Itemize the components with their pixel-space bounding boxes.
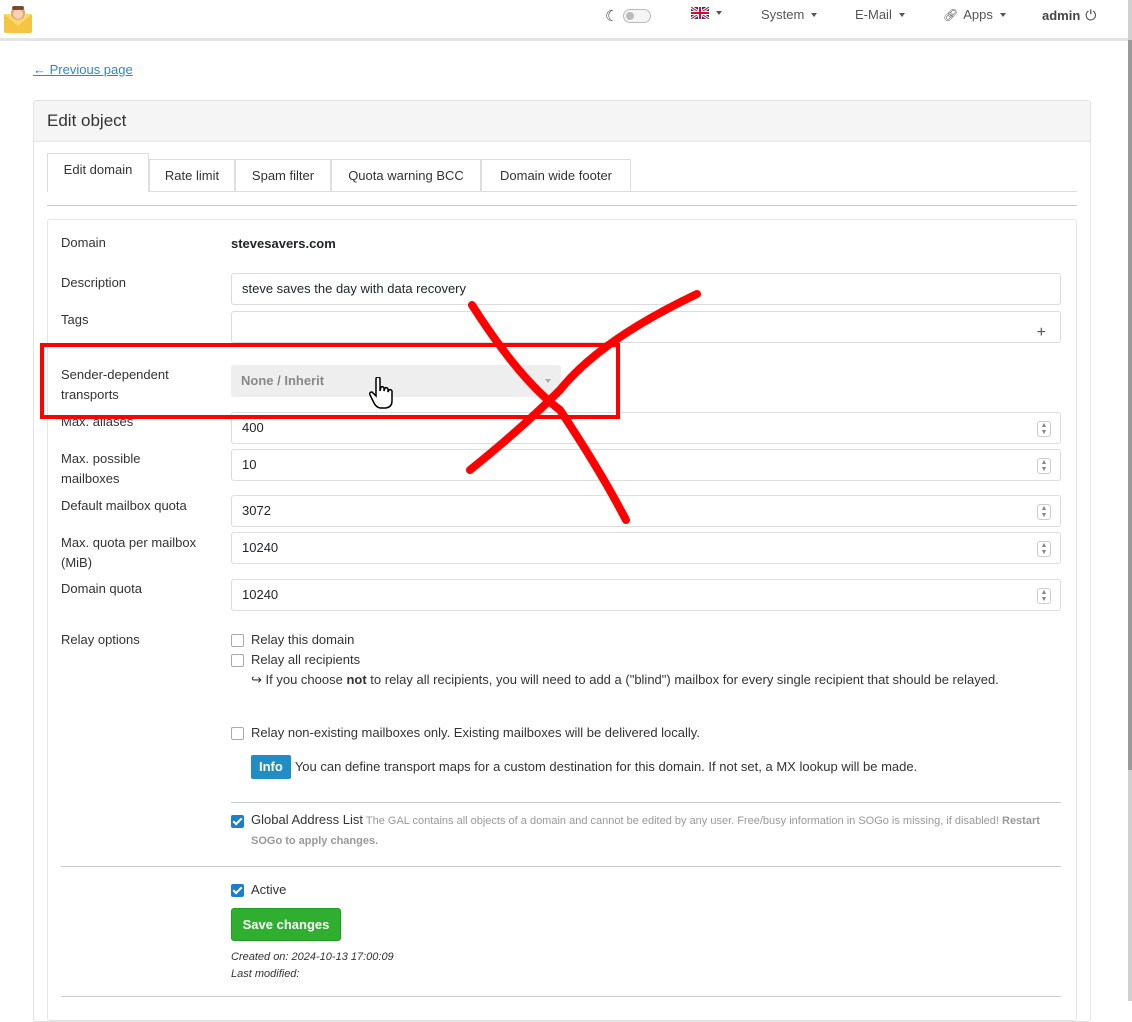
user-menu[interactable]: admin ⏻ [1042, 7, 1096, 24]
tags-label: Tags [61, 312, 89, 327]
uk-flag-icon [691, 7, 709, 19]
gal-checkbox[interactable] [231, 815, 244, 828]
relay-unknown-checkbox[interactable] [231, 727, 244, 740]
max-aliases-label: Max. aliases [61, 414, 134, 429]
relay-domain-checkbox[interactable] [231, 634, 244, 647]
spinner-icon[interactable]: ▲ ▼ [1037, 504, 1051, 520]
toggle-switch[interactable] [623, 9, 652, 23]
plus-icon[interactable]: + [1037, 318, 1046, 348]
max-quota-value: 10240 [242, 540, 279, 555]
domain-quota-input[interactable]: 10240 ▲ ▼ [231, 579, 1061, 611]
max-mailboxes-value: 10 [242, 457, 257, 472]
relay-domain-label: Relay this domain [251, 632, 355, 647]
domain-label: Domain [61, 235, 106, 250]
active-label: Active [251, 882, 287, 897]
spinner-icon[interactable]: ▲ ▼ [1037, 421, 1051, 437]
active-checkbox[interactable] [231, 884, 244, 897]
sender-transport-select[interactable]: None / Inherit [231, 365, 561, 397]
link-icon: 🔗︎ [943, 7, 959, 22]
edit-object-panel: Edit object Edit domain Rate limit Spam … [33, 100, 1091, 1022]
relay-options-label: Relay options [61, 632, 140, 647]
panel-title: Edit object [34, 101, 1090, 142]
email-menu[interactable]: E-Mail [855, 7, 905, 22]
divider [61, 996, 1061, 997]
info-message: Info You can define transport maps for a … [251, 755, 1041, 779]
edit-domain-form: Domain stevesavers.com Description steve… [47, 219, 1077, 1021]
tab-spam-filter[interactable]: Spam filter [235, 159, 331, 191]
max-mailboxes-input[interactable]: 10 ▲ ▼ [231, 449, 1061, 481]
tab-edit-domain[interactable]: Edit domain [47, 153, 149, 192]
tab-divider [47, 205, 1077, 206]
relay-unknown-label: Relay non-existing mailboxes only. Exist… [251, 725, 700, 740]
default-quota-value: 3072 [242, 503, 271, 518]
relay-help-text: ↪ If you choose not to relay all recipie… [251, 672, 999, 687]
divider [231, 802, 1061, 803]
created-on: Created on: 2024-10-13 17:00:09 [231, 951, 394, 963]
apps-menu-label: Apps [963, 7, 993, 22]
apps-menu[interactable]: 🔗︎ Apps [943, 7, 1006, 22]
chevron-down-icon [898, 12, 905, 17]
tab-bar: Edit domain Rate limit Spam filter Quota… [47, 153, 1077, 192]
description-label: Description [61, 275, 127, 290]
previous-page-link[interactable]: ← Previous page [33, 62, 133, 77]
page-scrollbar[interactable] [1128, 0, 1132, 1001]
system-menu-label: System [761, 7, 805, 22]
max-mailboxes-label: Max. possible mailboxes [61, 451, 141, 486]
email-menu-label: E-Mail [855, 7, 892, 22]
max-aliases-value: 400 [242, 420, 264, 435]
default-quota-label: Default mailbox quota [61, 498, 187, 513]
last-modified: Last modified: [231, 968, 300, 980]
system-menu[interactable]: System [761, 7, 818, 22]
description-input[interactable]: steve saves the day with data recovery [231, 273, 1061, 305]
domain-value: stevesavers.com [231, 236, 336, 251]
tab-quota-warning-bcc[interactable]: Quota warning BCC [331, 159, 481, 191]
divider [61, 866, 1061, 867]
domain-quota-label: Domain quota [61, 581, 142, 596]
chevron-down-icon [545, 379, 551, 383]
max-aliases-input[interactable]: 400 ▲ ▼ [231, 412, 1061, 444]
sender-transport-value: None / Inherit [241, 373, 325, 388]
relay-all-checkbox[interactable] [231, 654, 244, 667]
spinner-icon[interactable]: ▲ ▼ [1037, 588, 1051, 604]
save-changes-button[interactable]: Save changes [231, 908, 341, 941]
info-badge: Info [251, 755, 291, 779]
gal-label: Global Address List [251, 812, 364, 827]
spinner-icon[interactable]: ▲ ▼ [1037, 458, 1051, 474]
max-quota-input[interactable]: 10240 ▲ ▼ [231, 532, 1061, 564]
language-menu[interactable] [691, 7, 722, 19]
chevron-down-icon [811, 12, 818, 17]
scrollbar-thumb[interactable] [1128, 40, 1132, 770]
domain-quota-value: 10240 [242, 587, 279, 602]
gal-help: Global Address List The GAL contains all… [251, 812, 1040, 847]
mailcow-logo[interactable] [2, 4, 34, 34]
info-text: You can define transport maps for a cust… [294, 759, 918, 774]
dark-mode-toggle[interactable]: ☾ [605, 7, 652, 25]
username: admin [1042, 8, 1081, 23]
top-navbar: ☾ System E-Mail 🔗︎ Apps admin ⏻ [0, 0, 1132, 41]
tab-rate-limit[interactable]: Rate limit [149, 159, 235, 191]
sender-transport-label: Sender-dependent transports [61, 367, 169, 402]
max-quota-label: Max. quota per mailbox (MiB) [61, 535, 197, 570]
power-icon[interactable]: ⏻ [1085, 7, 1096, 24]
relay-all-label: Relay all recipients [251, 652, 361, 667]
moon-icon: ☾ [605, 8, 619, 25]
chevron-down-icon [716, 11, 722, 15]
tags-input[interactable]: + [231, 311, 1061, 343]
chevron-down-icon [999, 12, 1006, 17]
tab-domain-wide-footer[interactable]: Domain wide footer [481, 159, 631, 191]
default-quota-input[interactable]: 3072 ▲ ▼ [231, 495, 1061, 527]
spinner-icon[interactable]: ▲ ▼ [1037, 541, 1051, 557]
